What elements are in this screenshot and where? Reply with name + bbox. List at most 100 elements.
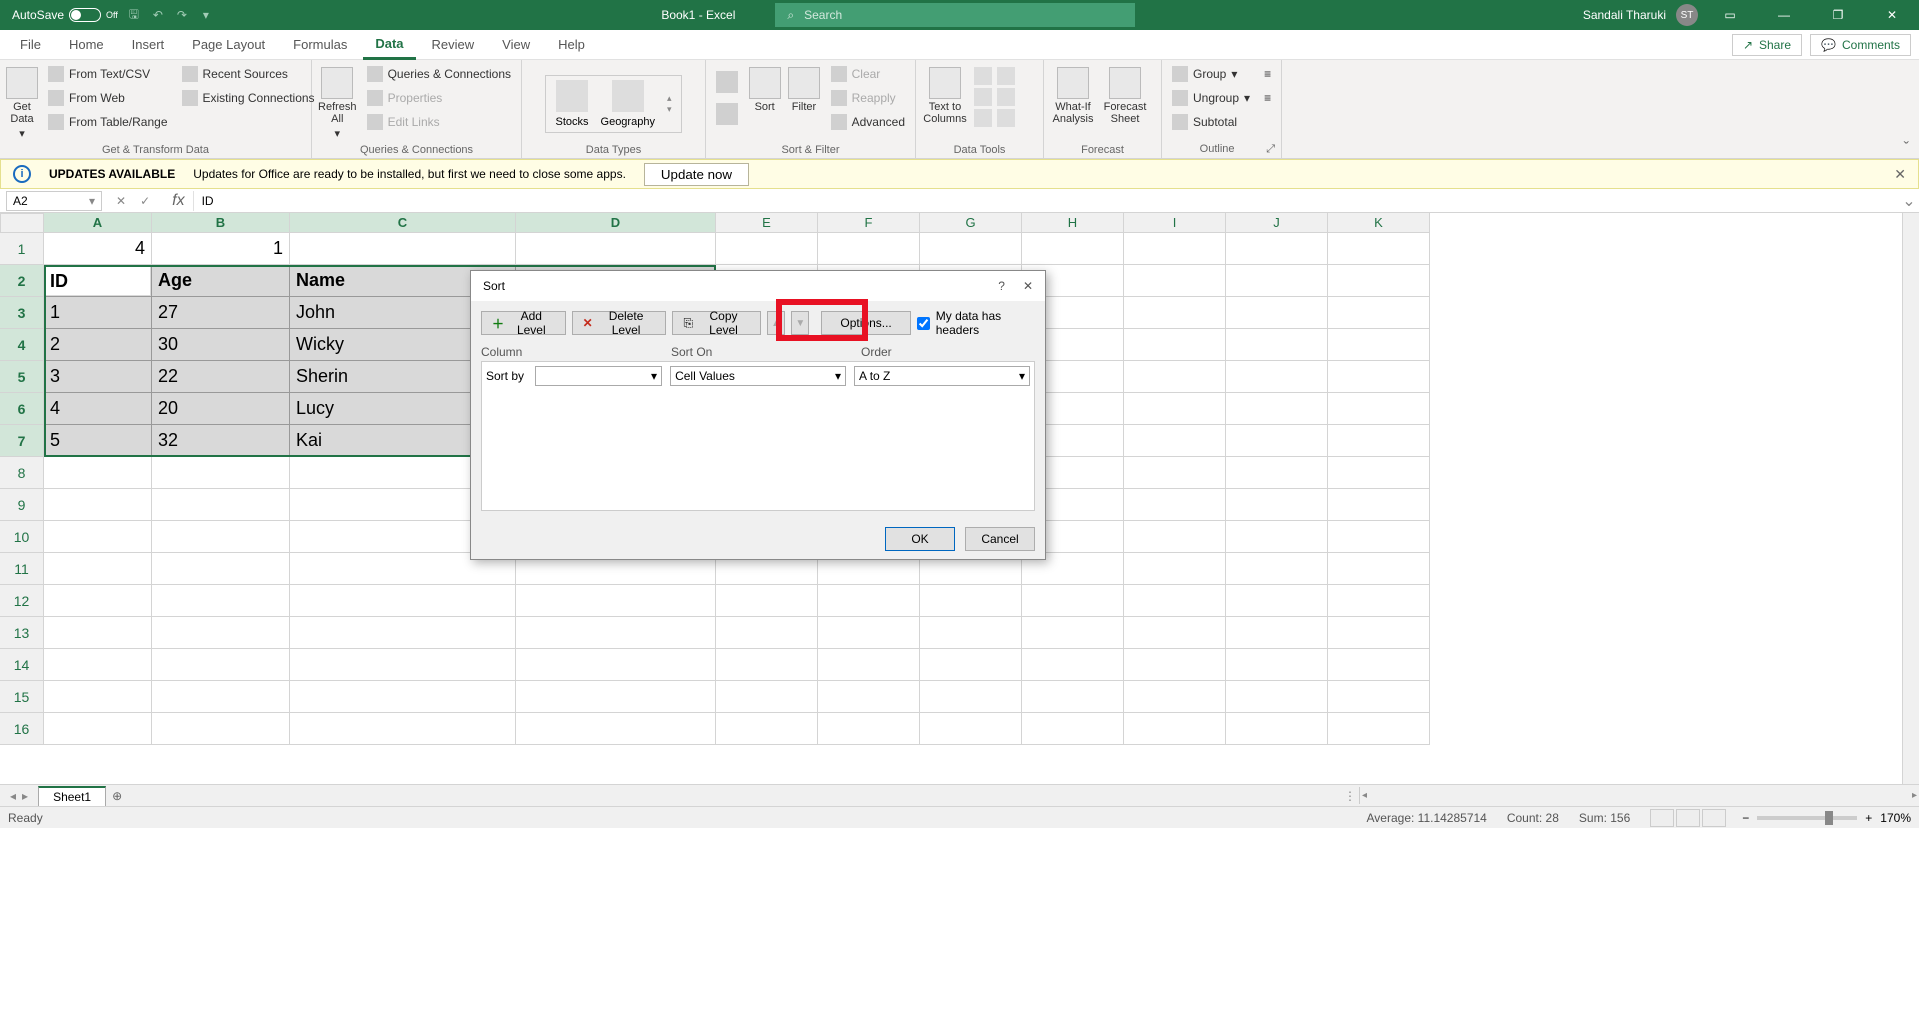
cell-B9[interactable]: [152, 489, 290, 521]
sort-desc-button[interactable]: [712, 99, 742, 129]
cell-K3[interactable]: [1328, 297, 1430, 329]
enter-formula-icon[interactable]: ✓: [140, 194, 150, 208]
add-level-button[interactable]: ＋Add Level: [481, 311, 566, 335]
tab-data[interactable]: Data: [363, 30, 415, 60]
delete-level-button[interactable]: ✕Delete Level: [572, 311, 667, 335]
cell-H1[interactable]: [1022, 233, 1124, 265]
row-header-15[interactable]: 15: [0, 681, 44, 713]
column-header-H[interactable]: H: [1022, 213, 1124, 233]
cell-B12[interactable]: [152, 585, 290, 617]
cell-A5[interactable]: 3: [44, 361, 152, 393]
row-header-9[interactable]: 9: [0, 489, 44, 521]
queries-connections-button[interactable]: Queries & Connections: [363, 63, 515, 85]
row-header-14[interactable]: 14: [0, 649, 44, 681]
cell-A15[interactable]: [44, 681, 152, 713]
cell-C14[interactable]: [290, 649, 516, 681]
cell-D13[interactable]: [516, 617, 716, 649]
cell-A9[interactable]: [44, 489, 152, 521]
cancel-formula-icon[interactable]: ✕: [116, 194, 126, 208]
cell-G16[interactable]: [920, 713, 1022, 745]
cell-K1[interactable]: [1328, 233, 1430, 265]
subtotal-button[interactable]: Subtotal: [1168, 111, 1254, 133]
cell-J5[interactable]: [1226, 361, 1328, 393]
tab-view[interactable]: View: [490, 30, 542, 60]
tab-scroll-options-icon[interactable]: ⋮: [1341, 789, 1359, 803]
cell-E12[interactable]: [716, 585, 818, 617]
cell-J4[interactable]: [1226, 329, 1328, 361]
qat-customize-icon[interactable]: ▾: [198, 7, 214, 23]
data-types-gallery[interactable]: Stocks Geography ▴▾: [545, 75, 683, 133]
cell-K5[interactable]: [1328, 361, 1430, 393]
expand-formula-bar-icon[interactable]: ⌄: [1899, 191, 1919, 211]
edit-links-button[interactable]: Edit Links: [363, 111, 515, 133]
save-icon[interactable]: 🖫: [126, 7, 142, 23]
cell-C13[interactable]: [290, 617, 516, 649]
cell-K13[interactable]: [1328, 617, 1430, 649]
cell-B3[interactable]: 27: [152, 297, 290, 329]
row-header-4[interactable]: 4: [0, 329, 44, 361]
sorton-select[interactable]: Cell Values▾: [670, 366, 846, 386]
fx-icon[interactable]: fx: [164, 192, 192, 210]
cell-K6[interactable]: [1328, 393, 1430, 425]
column-header-D[interactable]: D: [516, 213, 716, 233]
cell-B4[interactable]: 30: [152, 329, 290, 361]
headers-checkbox[interactable]: My data has headers: [917, 309, 1035, 337]
show-detail-button[interactable]: ≡: [1260, 63, 1275, 85]
cell-A16[interactable]: [44, 713, 152, 745]
cell-J6[interactable]: [1226, 393, 1328, 425]
cell-J2[interactable]: [1226, 265, 1328, 297]
close-msgbar-icon[interactable]: ✕: [1894, 166, 1906, 183]
cell-J11[interactable]: [1226, 553, 1328, 585]
horizontal-scrollbar[interactable]: ◂▸: [1359, 787, 1919, 804]
sort-asc-button[interactable]: [712, 67, 742, 97]
minimize-icon[interactable]: —: [1762, 0, 1806, 30]
cell-I4[interactable]: [1124, 329, 1226, 361]
cell-J12[interactable]: [1226, 585, 1328, 617]
zoom-in-button[interactable]: +: [1865, 811, 1872, 825]
column-header-C[interactable]: C: [290, 213, 516, 233]
cell-I10[interactable]: [1124, 521, 1226, 553]
cell-G1[interactable]: [920, 233, 1022, 265]
sheet-tab-sheet1[interactable]: Sheet1: [38, 786, 106, 806]
cell-J3[interactable]: [1226, 297, 1328, 329]
cell-K4[interactable]: [1328, 329, 1430, 361]
text-to-columns-button[interactable]: Text to Columns: [922, 63, 968, 125]
column-header-E[interactable]: E: [716, 213, 818, 233]
cell-I11[interactable]: [1124, 553, 1226, 585]
cell-K9[interactable]: [1328, 489, 1430, 521]
cell-K15[interactable]: [1328, 681, 1430, 713]
maximize-icon[interactable]: ❐: [1816, 0, 1860, 30]
cell-I7[interactable]: [1124, 425, 1226, 457]
cancel-button[interactable]: Cancel: [965, 527, 1035, 551]
row-header-16[interactable]: 16: [0, 713, 44, 745]
cell-D12[interactable]: [516, 585, 716, 617]
properties-button[interactable]: Properties: [363, 87, 515, 109]
forecast-sheet-button[interactable]: Forecast Sheet: [1102, 63, 1148, 125]
cell-D16[interactable]: [516, 713, 716, 745]
vertical-scrollbar[interactable]: [1902, 213, 1919, 784]
formula-input[interactable]: ID: [193, 191, 1899, 211]
from-text-csv-button[interactable]: From Text/CSV: [44, 63, 172, 85]
cell-K11[interactable]: [1328, 553, 1430, 585]
user-name[interactable]: Sandali Tharuki: [1583, 8, 1666, 22]
options-button[interactable]: Options...: [821, 311, 910, 335]
cell-K2[interactable]: [1328, 265, 1430, 297]
cell-K8[interactable]: [1328, 457, 1430, 489]
cell-F13[interactable]: [818, 617, 920, 649]
cell-B5[interactable]: 22: [152, 361, 290, 393]
cell-J13[interactable]: [1226, 617, 1328, 649]
row-header-11[interactable]: 11: [0, 553, 44, 585]
row-header-2[interactable]: 2: [0, 265, 44, 297]
sheet-nav-next-icon[interactable]: ▸: [22, 789, 28, 803]
advanced-filter-button[interactable]: Advanced: [827, 111, 909, 133]
normal-view-button[interactable]: [1650, 809, 1674, 827]
data-model-icon[interactable]: [997, 109, 1015, 127]
cell-C15[interactable]: [290, 681, 516, 713]
cell-B11[interactable]: [152, 553, 290, 585]
cell-C12[interactable]: [290, 585, 516, 617]
cell-A13[interactable]: [44, 617, 152, 649]
dialog-help-icon[interactable]: ?: [998, 279, 1005, 293]
cell-I2[interactable]: [1124, 265, 1226, 297]
cell-K14[interactable]: [1328, 649, 1430, 681]
cell-J10[interactable]: [1226, 521, 1328, 553]
